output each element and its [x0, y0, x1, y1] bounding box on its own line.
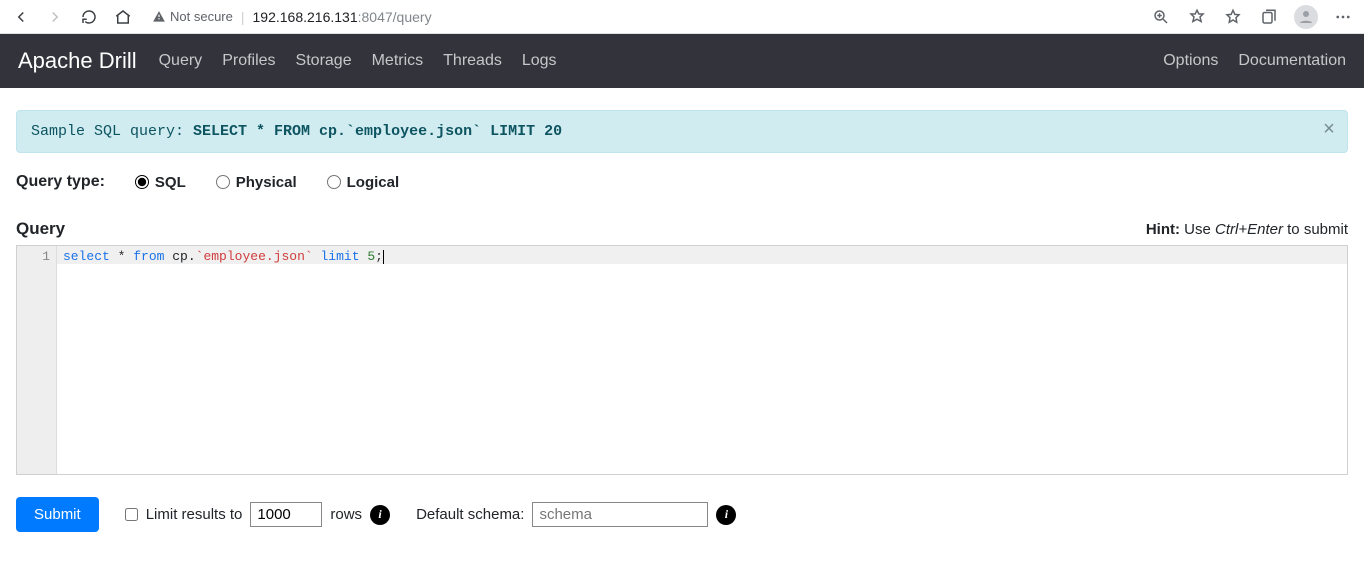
address-bar[interactable]: Not secure | 192.168.216.131:8047/query [146, 9, 1138, 25]
line-number-1: 1 [17, 249, 50, 264]
brand[interactable]: Apache Drill [18, 48, 137, 74]
editor-header: Query Hint: Use Ctrl+Enter to submit [16, 219, 1348, 239]
zoom-icon[interactable] [1150, 6, 1172, 28]
browser-right-icons [1150, 5, 1354, 29]
limit-input[interactable] [250, 502, 322, 527]
url-text: 192.168.216.131:8047/query [253, 9, 432, 25]
alert-prefix: Sample SQL query: [31, 123, 193, 140]
query-type-row: Query type: SQL Physical Logical [16, 173, 1348, 191]
profile-avatar[interactable] [1294, 5, 1318, 29]
schema-label: Default schema: [416, 506, 524, 523]
favorites-icon[interactable] [1222, 6, 1244, 28]
code-area[interactable]: select * from cp.`employee.json` limit 5… [57, 246, 1347, 474]
radio-logical-input[interactable] [327, 175, 341, 189]
schema-input[interactable] [532, 502, 708, 527]
nav-storage[interactable]: Storage [296, 52, 352, 70]
collections-icon[interactable] [1258, 6, 1280, 28]
nav-links: Query Profiles Storage Metrics Threads L… [159, 52, 557, 70]
app-navbar: Apache Drill Query Profiles Storage Metr… [0, 34, 1364, 88]
nav-logs[interactable]: Logs [522, 52, 557, 70]
alert-query: SELECT * FROM cp.`employee.json` LIMIT 2… [193, 123, 562, 140]
radio-sql-input[interactable] [135, 175, 149, 189]
not-secure-badge: Not secure [152, 9, 233, 24]
nav-metrics[interactable]: Metrics [372, 52, 424, 70]
close-icon[interactable]: × [1323, 121, 1335, 141]
limit-checkbox[interactable] [125, 508, 138, 521]
radio-physical[interactable]: Physical [216, 174, 297, 191]
submit-button[interactable]: Submit [16, 497, 99, 532]
schema-group: Default schema: i [416, 502, 736, 527]
code-line-1: select * from cp.`employee.json` limit 5… [63, 249, 1341, 264]
editor-gutter: 1 [17, 246, 57, 474]
home-icon[interactable] [112, 6, 134, 28]
radio-physical-input[interactable] [216, 175, 230, 189]
code-editor[interactable]: 1 select * from cp.`employee.json` limit… [16, 245, 1348, 475]
nav-right: Options Documentation [1163, 52, 1346, 70]
limit-suffix: rows [330, 506, 362, 523]
nav-threads[interactable]: Threads [443, 52, 502, 70]
nav-profiles[interactable]: Profiles [222, 52, 275, 70]
not-secure-label: Not secure [170, 9, 233, 24]
editor-title: Query [16, 219, 65, 239]
info-icon[interactable]: i [370, 505, 390, 525]
nav-query[interactable]: Query [159, 52, 203, 70]
nav-documentation[interactable]: Documentation [1238, 52, 1346, 70]
info-icon[interactable]: i [716, 505, 736, 525]
reload-icon[interactable] [78, 6, 100, 28]
text-cursor [383, 250, 384, 264]
browser-toolbar: Not secure | 192.168.216.131:8047/query [0, 0, 1364, 34]
nav-options[interactable]: Options [1163, 52, 1218, 70]
controls-row: Submit Limit results to rows i Default s… [16, 497, 1348, 532]
radio-logical[interactable]: Logical [327, 174, 400, 191]
radio-sql[interactable]: SQL [135, 174, 186, 191]
editor-hint: Hint: Use Ctrl+Enter to submit [1146, 221, 1348, 238]
more-icon[interactable] [1332, 6, 1354, 28]
back-icon[interactable] [10, 6, 32, 28]
limit-label: Limit results to [146, 506, 243, 523]
main-content: Sample SQL query: SELECT * FROM cp.`empl… [0, 88, 1364, 548]
forward-icon [44, 6, 66, 28]
sample-query-alert: Sample SQL query: SELECT * FROM cp.`empl… [16, 110, 1348, 153]
limit-group: Limit results to rows i [125, 502, 390, 527]
query-type-label: Query type: [16, 173, 105, 191]
favorite-sync-icon[interactable] [1186, 6, 1208, 28]
